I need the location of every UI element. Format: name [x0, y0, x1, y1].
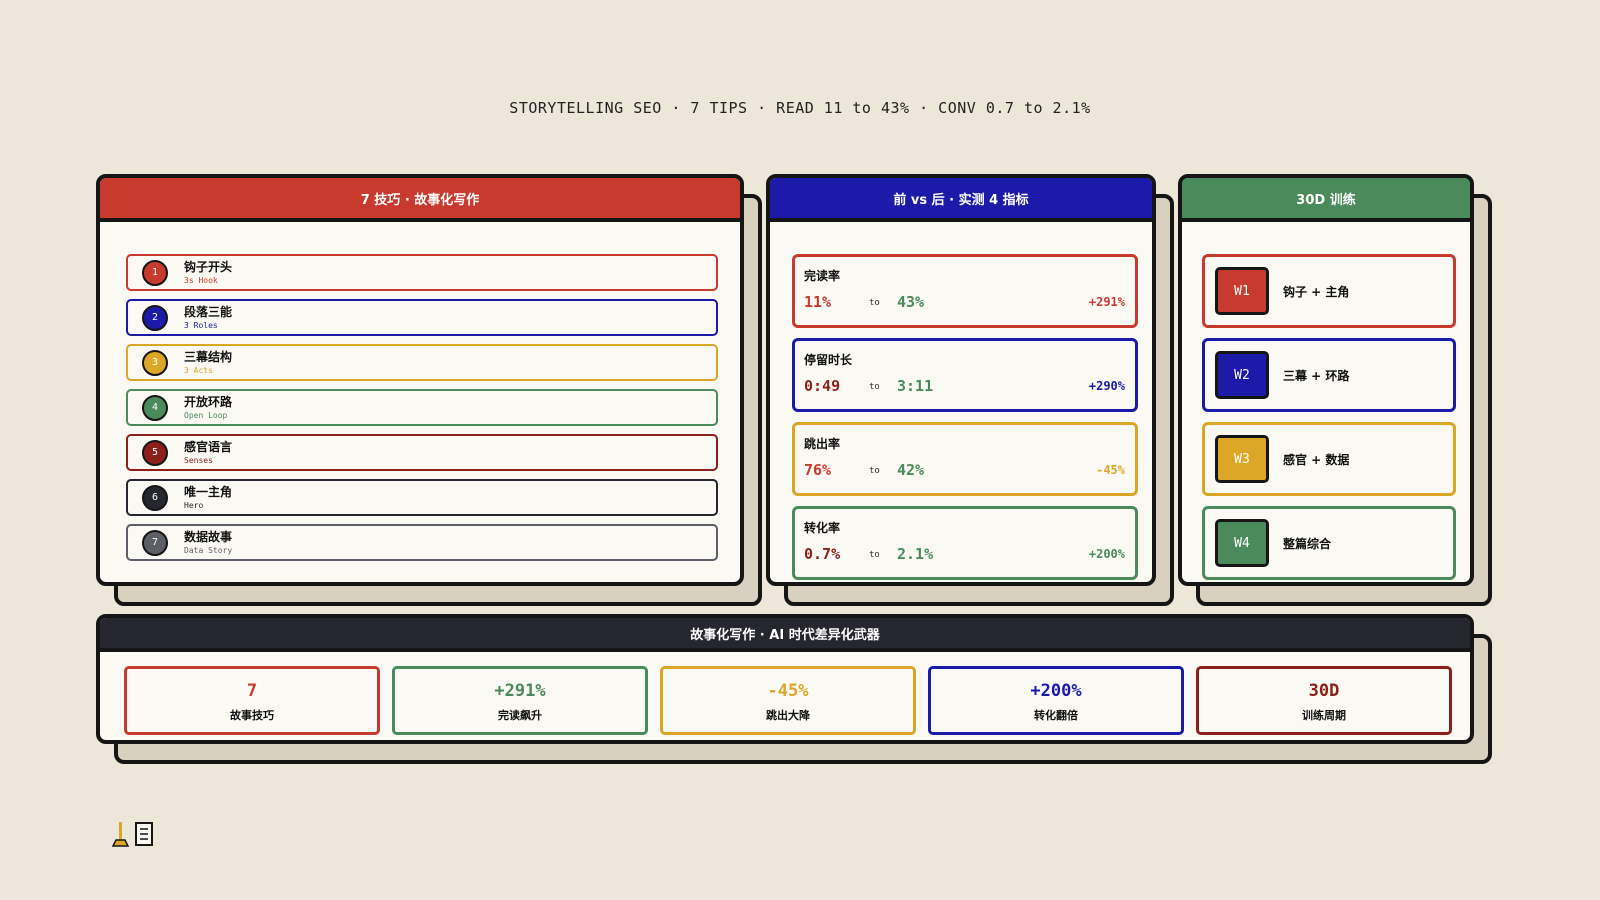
tip-subtitle: 3 Acts	[184, 365, 213, 375]
week-focus: 钩子 + 主角	[1283, 284, 1350, 299]
metrics-panel-title: 前 vs 后 · 实测 4 指标	[770, 178, 1152, 222]
tip-number-badge: 7	[142, 529, 168, 556]
tip-item-7[interactable]: 7 数据故事 Data Story	[126, 524, 718, 561]
tip-item-6[interactable]: 6 唯一主角 Hero	[126, 479, 718, 516]
writing-brush-document-icon	[112, 822, 153, 847]
tip-number-badge: 2	[142, 304, 168, 331]
training-panel-title: 30D 训练	[1182, 178, 1470, 222]
stat-card-conversion[interactable]: +200% 转化翻倍	[928, 666, 1184, 735]
tip-title: 感官语言	[184, 439, 233, 454]
tip-title: 段落三能	[184, 304, 233, 319]
stat-card-read-rate[interactable]: +291% 完读飙升	[392, 666, 648, 735]
training-panel-card: 30D 训练 W1 钩子 + 主角 W2 三幕 + 环路 W3 感官 + 数据 …	[1178, 174, 1474, 586]
metric-delta: +291%	[1088, 295, 1125, 309]
metrics-panel: 前 vs 后 · 实测 4 指标 完读率 11% to 43% +291% 停留…	[766, 174, 1174, 606]
stat-label: 完读飙升	[498, 709, 542, 722]
metric-after-value: 42%	[897, 461, 925, 479]
stat-card-bounce[interactable]: -45% 跳出大降	[660, 666, 916, 735]
week-badge: W3	[1215, 435, 1269, 483]
tips-list: 1 钩子开头 3s Hook 2 段落三能 3 Roles 3 三幕结构 3 Acts…	[126, 254, 718, 569]
metric-before-value: 76%	[804, 461, 832, 479]
week-card-2[interactable]: W2 三幕 + 环路	[1202, 338, 1456, 412]
tip-title: 数据故事	[184, 529, 233, 544]
week-card-3[interactable]: W3 感官 + 数据	[1202, 422, 1456, 496]
tip-subtitle: Open Loop	[184, 410, 228, 420]
metric-card-dwell-time[interactable]: 停留时长 0:49 to 3:11 +290%	[792, 338, 1138, 412]
training-panel: 30D 训练 W1 钩子 + 主角 W2 三幕 + 环路 W3 感官 + 数据 …	[1178, 174, 1492, 606]
tip-subtitle: Hero	[184, 500, 204, 510]
metric-before-value: 11%	[804, 293, 832, 311]
stat-value: +200%	[1030, 681, 1082, 701]
metric-label: 跳出率	[804, 437, 841, 451]
stat-label: 故事技巧	[230, 709, 274, 722]
metric-to-label: to	[869, 298, 880, 308]
week-focus: 整篇综合	[1283, 536, 1332, 551]
stat-label: 跳出大降	[766, 709, 810, 722]
metric-after-value: 3:11	[897, 377, 934, 395]
tip-subtitle: Senses	[184, 455, 213, 465]
metric-label: 完读率	[804, 269, 841, 283]
summary-panel-title: 故事化写作 · AI 时代差异化武器	[100, 618, 1470, 652]
week-badge: W4	[1215, 519, 1269, 567]
metrics-list: 完读率 11% to 43% +291% 停留时长 0:49 to 3:11 +…	[792, 254, 1138, 582]
tip-title: 钩子开头	[184, 259, 233, 274]
tip-number-badge: 4	[142, 394, 168, 421]
metric-label: 停留时长	[804, 353, 853, 367]
stat-card-tips[interactable]: 7 故事技巧	[124, 666, 380, 735]
tips-panel: 7 技巧 · 故事化写作 1 钩子开头 3s Hook 2 段落三能 3 Roles…	[96, 174, 762, 606]
tip-title: 开放环路	[184, 394, 233, 409]
metric-delta: +290%	[1088, 379, 1125, 393]
week-card-1[interactable]: W1 钩子 + 主角	[1202, 254, 1456, 328]
tip-item-1[interactable]: 1 钩子开头 3s Hook	[126, 254, 718, 291]
metric-card-conversion-rate[interactable]: 转化率 0.7% to 2.1% +200%	[792, 506, 1138, 580]
stat-value: +291%	[494, 681, 546, 701]
tip-item-5[interactable]: 5 感官语言 Senses	[126, 434, 718, 471]
tip-number-badge: 5	[142, 439, 168, 466]
summary-panel-card: 故事化写作 · AI 时代差异化武器 7 故事技巧 +291% 完读飙升 -45…	[96, 614, 1474, 744]
tips-panel-card: 7 技巧 · 故事化写作 1 钩子开头 3s Hook 2 段落三能 3 Roles…	[96, 174, 744, 586]
stat-value: 7	[246, 681, 258, 701]
summary-panel: 故事化写作 · AI 时代差异化武器 7 故事技巧 +291% 完读飙升 -45…	[96, 614, 1492, 764]
summary-stats: 7 故事技巧 +291% 完读飙升 -45% 跳出大降 +200% 转化翻倍 3…	[124, 666, 1452, 735]
week-badge: W2	[1215, 351, 1269, 399]
tip-number-badge: 1	[142, 259, 168, 286]
tip-number-badge: 3	[142, 349, 168, 376]
tip-item-2[interactable]: 2 段落三能 3 Roles	[126, 299, 718, 336]
metric-delta: -45%	[1096, 463, 1125, 477]
week-focus: 感官 + 数据	[1283, 452, 1350, 467]
week-card-4[interactable]: W4 整篇综合	[1202, 506, 1456, 580]
tip-number-badge: 6	[142, 484, 168, 511]
metric-card-read-rate[interactable]: 完读率 11% to 43% +291%	[792, 254, 1138, 328]
stat-label: 训练周期	[1302, 709, 1346, 722]
tip-item-4[interactable]: 4 开放环路 Open Loop	[126, 389, 718, 426]
metric-to-label: to	[869, 466, 880, 476]
headline: STORYTELLING SEO · 7 TIPS · READ 11 to 4…	[509, 99, 1091, 117]
tip-subtitle: 3s Hook	[184, 275, 218, 285]
training-list: W1 钩子 + 主角 W2 三幕 + 环路 W3 感官 + 数据 W4 整篇综合	[1202, 254, 1456, 582]
metric-label: 转化率	[804, 521, 841, 535]
stat-value: 30D	[1308, 681, 1340, 701]
stat-label: 转化翻倍	[1034, 709, 1078, 722]
metric-to-label: to	[869, 550, 880, 560]
metric-card-bounce-rate[interactable]: 跳出率 76% to 42% -45%	[792, 422, 1138, 496]
metric-before-value: 0:49	[804, 377, 841, 395]
metric-after-value: 43%	[897, 293, 925, 311]
tip-title: 三幕结构	[184, 349, 233, 364]
metric-delta: +200%	[1088, 547, 1125, 561]
tip-item-3[interactable]: 3 三幕结构 3 Acts	[126, 344, 718, 381]
tip-subtitle: Data Story	[184, 545, 233, 555]
week-focus: 三幕 + 环路	[1283, 368, 1350, 383]
tip-subtitle: 3 Roles	[184, 320, 218, 330]
stat-value: -45%	[767, 681, 809, 701]
tip-title: 唯一主角	[184, 484, 233, 499]
stat-card-training[interactable]: 30D 训练周期	[1196, 666, 1452, 735]
tips-panel-title: 7 技巧 · 故事化写作	[100, 178, 740, 222]
metrics-panel-card: 前 vs 后 · 实测 4 指标 完读率 11% to 43% +291% 停留…	[766, 174, 1156, 586]
metric-to-label: to	[869, 382, 880, 392]
week-badge: W1	[1215, 267, 1269, 315]
metric-after-value: 2.1%	[897, 545, 934, 563]
metric-before-value: 0.7%	[804, 545, 841, 563]
